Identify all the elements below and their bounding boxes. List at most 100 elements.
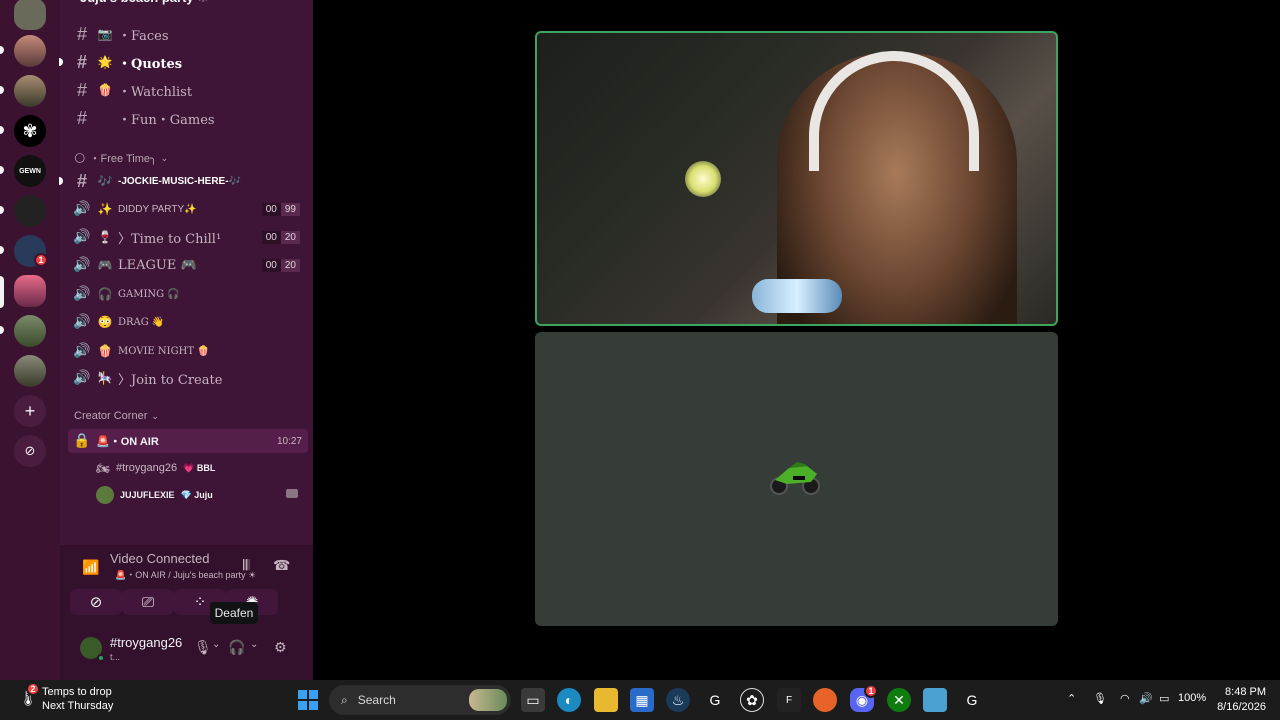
voice-channel-join-to-create[interactable]: 🔊 🎠 〉Join to Create: [68, 365, 308, 391]
channel-label: ・Quotes: [118, 56, 183, 72]
app-icon[interactable]: [923, 688, 947, 712]
channel-emoji: 🎶: [97, 174, 113, 188]
server-icon-10[interactable]: [14, 355, 46, 387]
server-name[interactable]: Juju's beach party ☀: [60, 0, 313, 10]
voice-member[interactable]: 🏍 #troygang26 💗 BBL: [96, 457, 215, 479]
file-explorer-icon[interactable]: [594, 688, 618, 712]
battery-percentage: 100%: [1178, 692, 1207, 704]
channel-label: MOVIE NIGHT 🍿: [118, 345, 210, 357]
channel-emoji: 🍿: [97, 344, 113, 358]
voice-channel-drag[interactable]: 🔊 😳 DRAG 👋: [68, 309, 308, 335]
chevron-down-icon[interactable]: ⌄: [212, 639, 220, 650]
logitech-icon[interactable]: G: [703, 688, 727, 712]
xbox-icon[interactable]: ✕: [887, 688, 911, 712]
camera-toggle-button[interactable]: ⊘: [70, 589, 122, 615]
video-stage: [313, 0, 1280, 680]
user-limit-badge: 00 99: [261, 202, 300, 216]
voice-channel-on-air[interactable]: 🔒 🚨 ・ON AIR 10:27: [68, 429, 308, 453]
mention-badge: 1: [34, 253, 48, 267]
voice-channel-gaming[interactable]: 🔊 🎧 GAMING 🎧: [68, 281, 308, 307]
weather-line-1: Temps to drop: [42, 686, 112, 698]
voice-channel-diddy-party[interactable]: 🔊 ✨ DIDDY PARTY✨ 00 99: [68, 196, 308, 222]
channel-music[interactable]: # 🎶 -JOCKIE-MUSIC-HERE-🎶: [68, 168, 308, 194]
server-icon-3[interactable]: [14, 75, 46, 107]
signal-icon: 📶: [82, 559, 100, 575]
selected-server-indicator: [0, 276, 4, 308]
channel-faces[interactable]: # 📷 ・Faces: [68, 21, 308, 47]
video-tile-avatar[interactable]: [535, 332, 1058, 626]
chevron-up-icon[interactable]: ⌃: [1067, 692, 1076, 705]
system-clock[interactable]: 8:48 PM 8/16/2026: [1212, 685, 1266, 715]
username[interactable]: #troygang26: [110, 635, 182, 650]
channel-emoji: 🍷: [97, 230, 113, 244]
microphone-icon[interactable]: 🎙: [194, 639, 212, 656]
online-status-indicator: [97, 654, 105, 662]
chevron-down-icon: ⌄: [160, 152, 169, 163]
channel-quotes[interactable]: # 🌟 ・Quotes: [68, 49, 308, 75]
discover-servers-button[interactable]: ⊘: [14, 435, 46, 467]
task-view-icon[interactable]: ▭: [521, 688, 545, 712]
channel-label: ・Faces: [118, 28, 169, 44]
channel-label: 〉Time to Chill¹: [118, 231, 222, 247]
taskbar-search[interactable]: ⌕ Search: [329, 685, 511, 715]
call-duration: 10:27: [276, 435, 302, 447]
add-server-button[interactable]: +: [14, 395, 46, 427]
chatgpt-icon[interactable]: ✿: [740, 688, 764, 712]
microphone-icon[interactable]: 🎙: [1093, 692, 1107, 705]
voice-channel-time-to-chill[interactable]: 🔊 🍷 〉Time to Chill¹ 00 20: [68, 224, 308, 250]
server-icon-2[interactable]: [14, 35, 46, 67]
store-icon[interactable]: ▦: [630, 688, 654, 712]
member-name: #troygang26: [115, 462, 178, 474]
battery-icon[interactable]: ▭: [1159, 692, 1169, 705]
text-channel-icon: #: [76, 51, 87, 72]
channel-label: ・ON AIR: [109, 436, 159, 448]
server-icon-6[interactable]: [14, 195, 46, 227]
speaker-icon: 🔊: [73, 343, 91, 359]
channel-fun-games[interactable]: # ・Fun・Games: [68, 105, 308, 131]
unread-indicator: [0, 326, 4, 334]
category-free-time[interactable]: 🌕 ・Free Time╮ ⌄: [74, 150, 168, 166]
logitech-g-icon[interactable]: G: [960, 688, 984, 712]
chevron-down-icon[interactable]: ⌄: [250, 639, 258, 650]
user-limit-badge: 00 20: [261, 230, 300, 244]
server-icon-4[interactable]: ✾: [14, 115, 46, 147]
server-icon-9[interactable]: [14, 315, 46, 347]
member-name: JUJUFLEXIE: [120, 490, 175, 500]
volume-icon[interactable]: 🔊: [1139, 692, 1153, 705]
voice-channel-movie-night[interactable]: 🔊 🍿 MOVIE NIGHT 🍿: [68, 338, 308, 364]
forza-icon[interactable]: F: [777, 688, 801, 712]
connection-status[interactable]: Video Connected: [110, 551, 210, 566]
settings-gear-icon[interactable]: ⚙: [274, 639, 287, 656]
edge-icon[interactable]: ◐: [557, 688, 581, 712]
speaker-icon: 🔊: [73, 257, 91, 273]
voice-member[interactable]: JUJUFLEXIE 💎 Juju: [96, 484, 213, 506]
channel-emoji: 🎮: [97, 258, 113, 272]
server-icon-juju[interactable]: [14, 275, 46, 307]
channel-emoji: 🌟: [97, 55, 113, 69]
server-icon-1[interactable]: [14, 0, 46, 30]
server-icon-5[interactable]: GEWN: [14, 155, 46, 187]
speaker-icon: 🔊: [73, 229, 91, 245]
connection-channel[interactable]: 🚨・ON AIR / Juju's beach party ☀: [115, 568, 256, 581]
steam-icon[interactable]: ♨: [666, 688, 690, 712]
category-label: Creator Corner: [74, 410, 148, 422]
screen-share-button[interactable]: ⎚: [122, 589, 174, 615]
channel-emoji: 🎠: [97, 371, 113, 385]
channel-watchlist[interactable]: # 🍿 ・Watchlist: [68, 77, 308, 103]
start-button[interactable]: [296, 688, 320, 712]
text-channel-icon: #: [76, 23, 87, 44]
speaker-icon: 🔊: [73, 201, 91, 217]
firefox-icon[interactable]: [813, 688, 837, 712]
category-creator-corner[interactable]: Creator Corner ⌄: [74, 410, 159, 422]
voice-channel-league[interactable]: 🔊 🎮 LEAGUE 🎮 00 20: [68, 252, 308, 278]
user-status: t...: [110, 652, 121, 662]
camera-icon: [286, 489, 298, 498]
text-channel-icon: #: [76, 79, 87, 100]
noise-suppression-icon[interactable]: 𝄃𝄃: [243, 557, 249, 574]
video-tile-speaking[interactable]: [535, 31, 1058, 326]
disconnect-icon[interactable]: ☎: [273, 557, 290, 574]
wifi-icon[interactable]: ◠: [1120, 692, 1130, 705]
headphones-icon[interactable]: 🎧: [228, 639, 245, 656]
channel-label: LEAGUE 🎮: [118, 257, 197, 273]
search-placeholder: Search: [357, 693, 396, 707]
